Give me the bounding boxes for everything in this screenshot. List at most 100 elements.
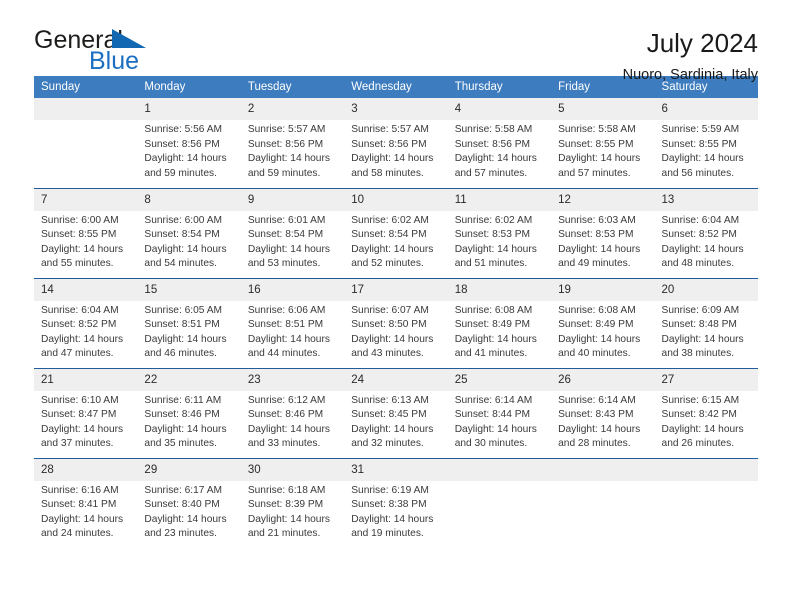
sunrise-time: Sunrise: 6:15 AM <box>661 394 740 406</box>
daylight-duration-line2: and 32 minutes. <box>351 438 424 450</box>
sunset-time: Sunset: 8:41 PM <box>41 499 117 511</box>
day-details: Sunrise: 6:16 AM Sunset: 8:41 PM Daylight:… <box>34 481 137 542</box>
calendar-day-cell[interactable]: 12 Sunrise: 6:03 AM Sunset: 8:53 PM Dayligh… <box>551 187 655 278</box>
calendar-day-cell[interactable]: 5 Sunrise: 5:58 AM Sunset: 8:55 PM Daylight… <box>551 98 655 188</box>
sunset-time: Sunset: 8:39 PM <box>247 499 324 511</box>
daylight-duration-line1: Daylight: 14 hours <box>661 333 744 345</box>
sunrise-time: Sunrise: 6:17 AM <box>144 484 223 496</box>
calendar-day-cell[interactable]: 15 Sunrise: 6:05 AM Sunset: 8:51 PM Dayligh… <box>137 277 241 368</box>
day-details: Sunrise: 6:17 AM Sunset: 8:40 PM Daylight:… <box>137 481 240 542</box>
day-number: 15 <box>137 278 241 301</box>
day-details: Sunrise: 6:00 AM Sunset: 8:55 PM Daylight:… <box>34 211 137 272</box>
sunset-time: Sunset: 8:49 PM <box>558 319 634 331</box>
day-details: Sunrise: 6:03 AM Sunset: 8:53 PM Daylight:… <box>551 211 654 272</box>
day-number: 20 <box>654 278 758 301</box>
calendar-week-row: 7 Sunrise: 6:00 AM Sunset: 8:55 PM Daylight… <box>34 187 758 278</box>
calendar-day-cell[interactable]: 17 Sunrise: 6:07 AM Sunset: 8:50 PM Dayligh… <box>344 277 448 368</box>
daylight-duration-line2: and 56 minutes. <box>661 167 735 179</box>
calendar-day-cell[interactable]: 19 Sunrise: 6:08 AM Sunset: 8:49 PM Dayligh… <box>551 277 655 368</box>
calendar-day-cell[interactable]: 1 Sunrise: 5:56 AM Sunset: 8:56 PM Daylight… <box>137 98 241 188</box>
day-number <box>551 458 655 481</box>
daylight-duration-line2: and 59 minutes. <box>247 167 321 179</box>
brand-logo[interactable]: General Blue <box>34 26 174 76</box>
calendar-day-cell[interactable]: 29 Sunrise: 6:17 AM Sunset: 8:40 PM Dayligh… <box>137 457 241 548</box>
sunrise-time: Sunrise: 6:07 AM <box>351 304 429 316</box>
title-block: July 2024 Nuoro, Sardinia, Italy <box>623 26 758 85</box>
calendar-day-cell[interactable]: 31 Sunrise: 6:19 AM Sunset: 8:38 PM Dayligh… <box>344 457 448 549</box>
sunrise-time: Sunrise: 5:58 AM <box>454 124 533 135</box>
day-cell-inner: 12 Sunrise: 6:03 AM Sunset: 8:53 PM Dayligh… <box>551 188 655 278</box>
day-number: 22 <box>137 368 241 391</box>
calendar-day-cell[interactable]: 14 Sunrise: 6:04 AM Sunset: 8:52 PM Dayligh… <box>34 277 138 368</box>
day-details: Sunrise: 6:14 AM Sunset: 8:43 PM Daylight:… <box>551 391 654 452</box>
day-number: 8 <box>137 188 241 211</box>
sunset-time: Sunset: 8:46 PM <box>247 409 324 421</box>
calendar-day-cell[interactable]: 21 Sunrise: 6:10 AM Sunset: 8:47 PM Dayligh… <box>34 367 138 458</box>
sunrise-time: Sunrise: 6:03 AM <box>558 214 636 226</box>
daylight-duration-line2: and 19 minutes. <box>351 528 424 540</box>
day-number: 10 <box>344 188 448 211</box>
calendar-day-cell[interactable]: 26 Sunrise: 6:14 AM Sunset: 8:43 PM Dayligh… <box>551 367 655 458</box>
calendar-day-cell[interactable]: 20 Sunrise: 6:09 AM Sunset: 8:48 PM Dayligh… <box>654 277 758 368</box>
calendar-day-cell[interactable]: 10 Sunrise: 6:02 AM Sunset: 8:54 PM Dayligh… <box>344 187 448 278</box>
daylight-duration-line2: and 52 minutes. <box>351 258 424 270</box>
calendar-day-cell[interactable]: 27 Sunrise: 6:15 AM Sunset: 8:42 PM Dayligh… <box>654 367 758 458</box>
sunrise-time: Sunrise: 6:14 AM <box>558 394 636 406</box>
sunset-time: Sunset: 8:46 PM <box>144 409 220 421</box>
calendar-day-cell[interactable]: 23 Sunrise: 6:12 AM Sunset: 8:46 PM Dayligh… <box>240 367 345 458</box>
calendar-day-cell[interactable]: 11 Sunrise: 6:02 AM Sunset: 8:53 PM Dayligh… <box>447 187 552 278</box>
day-cell-inner: 13 Sunrise: 6:04 AM Sunset: 8:52 PM Dayligh… <box>654 188 758 278</box>
day-cell-inner: 31 Sunrise: 6:19 AM Sunset: 8:38 PM Dayligh… <box>344 458 448 549</box>
day-details: Sunrise: 6:04 AM Sunset: 8:52 PM Daylight:… <box>34 301 137 362</box>
day-cell-inner: 30 Sunrise: 6:18 AM Sunset: 8:39 PM Dayligh… <box>240 458 345 549</box>
daylight-duration-line1: Daylight: 14 hours <box>41 243 124 255</box>
day-details: Sunrise: 6:02 AM Sunset: 8:54 PM Daylight:… <box>344 211 447 272</box>
sunrise-time: Sunrise: 6:02 AM <box>351 214 429 226</box>
sunrise-time: Sunrise: 6:06 AM <box>247 304 326 316</box>
daylight-duration-line1: Daylight: 14 hours <box>247 423 330 435</box>
calendar-day-cell[interactable]: 18 Sunrise: 6:08 AM Sunset: 8:49 PM Dayligh… <box>447 277 552 368</box>
daylight-duration-line2: and 26 minutes. <box>661 438 735 450</box>
calendar-day-cell[interactable]: 13 Sunrise: 6:04 AM Sunset: 8:52 PM Dayligh… <box>654 187 758 278</box>
calendar-day-cell[interactable]: 28 Sunrise: 6:16 AM Sunset: 8:41 PM Dayligh… <box>34 457 138 549</box>
calendar-day-cell[interactable]: 22 Sunrise: 6:11 AM Sunset: 8:46 PM Dayligh… <box>137 367 241 458</box>
day-cell-inner: 20 Sunrise: 6:09 AM Sunset: 8:48 PM Dayligh… <box>654 278 758 368</box>
day-details: Sunrise: 5:58 AM Sunset: 8:55 PM Daylight:… <box>551 120 654 181</box>
day-cell-inner: 8 Sunrise: 6:00 AM Sunset: 8:54 PM Daylight… <box>137 188 241 278</box>
daylight-duration-line1: Daylight: 14 hours <box>247 243 330 255</box>
day-number: 19 <box>551 278 655 301</box>
calendar-day-cell[interactable]: 2 Sunrise: 5:57 AM Sunset: 8:56 PM Daylight… <box>240 98 345 188</box>
daylight-duration-line2: and 47 minutes. <box>41 348 114 360</box>
day-number: 2 <box>240 98 345 120</box>
calendar-day-cell[interactable]: 24 Sunrise: 6:13 AM Sunset: 8:45 PM Dayligh… <box>344 367 448 458</box>
page-title: July 2024 <box>646 28 758 58</box>
daylight-duration-line2: and 43 minutes. <box>351 348 424 360</box>
calendar-day-cell[interactable]: 9 Sunrise: 6:01 AM Sunset: 8:54 PM Daylight… <box>240 187 345 278</box>
daylight-duration-line1: Daylight: 14 hours <box>41 333 124 345</box>
sunset-time: Sunset: 8:43 PM <box>558 409 634 421</box>
sunrise-time: Sunrise: 6:19 AM <box>351 484 429 496</box>
day-details: Sunrise: 6:18 AM Sunset: 8:39 PM Daylight:… <box>241 481 344 542</box>
calendar-day-cell[interactable]: 6 Sunrise: 5:59 AM Sunset: 8:55 PM Daylight… <box>654 98 758 188</box>
calendar-day-cell[interactable]: 30 Sunrise: 6:18 AM Sunset: 8:39 PM Dayligh… <box>240 457 345 549</box>
day-cell-inner: 5 Sunrise: 5:58 AM Sunset: 8:55 PM Daylight… <box>551 98 655 188</box>
daylight-duration-line1: Daylight: 14 hours <box>351 333 434 345</box>
calendar-day-cell[interactable]: 3 Sunrise: 5:57 AM Sunset: 8:56 PM Daylight… <box>344 98 448 188</box>
calendar-day-cell[interactable]: 16 Sunrise: 6:06 AM Sunset: 8:51 PM Dayligh… <box>240 277 345 368</box>
calendar-day-cell[interactable]: 25 Sunrise: 6:14 AM Sunset: 8:44 PM Dayligh… <box>447 367 552 458</box>
calendar-day-cell[interactable]: 7 Sunrise: 6:00 AM Sunset: 8:55 PM Daylight… <box>34 187 138 278</box>
calendar-day-cell[interactable]: 8 Sunrise: 6:00 AM Sunset: 8:54 PM Daylight… <box>137 187 241 278</box>
day-cell-inner <box>447 458 552 549</box>
day-details: Sunrise: 6:13 AM Sunset: 8:45 PM Daylight:… <box>344 391 447 452</box>
sunset-time: Sunset: 8:49 PM <box>454 319 531 331</box>
day-cell-inner: 23 Sunrise: 6:12 AM Sunset: 8:46 PM Dayligh… <box>240 368 345 458</box>
sunset-time: Sunset: 8:53 PM <box>454 229 531 241</box>
daylight-duration-line1: Daylight: 14 hours <box>41 423 124 435</box>
day-number: 17 <box>344 278 448 301</box>
day-details: Sunrise: 6:10 AM Sunset: 8:47 PM Daylight:… <box>34 391 137 452</box>
sunset-time: Sunset: 8:53 PM <box>558 229 634 241</box>
daylight-duration-line2: and 48 minutes. <box>661 258 735 270</box>
calendar-day-cell[interactable]: 4 Sunrise: 5:58 AM Sunset: 8:56 PM Daylight… <box>447 98 552 188</box>
day-cell-inner: 28 Sunrise: 6:16 AM Sunset: 8:41 PM Dayligh… <box>34 458 138 549</box>
day-details: Sunrise: 6:06 AM Sunset: 8:51 PM Daylight:… <box>241 301 344 362</box>
